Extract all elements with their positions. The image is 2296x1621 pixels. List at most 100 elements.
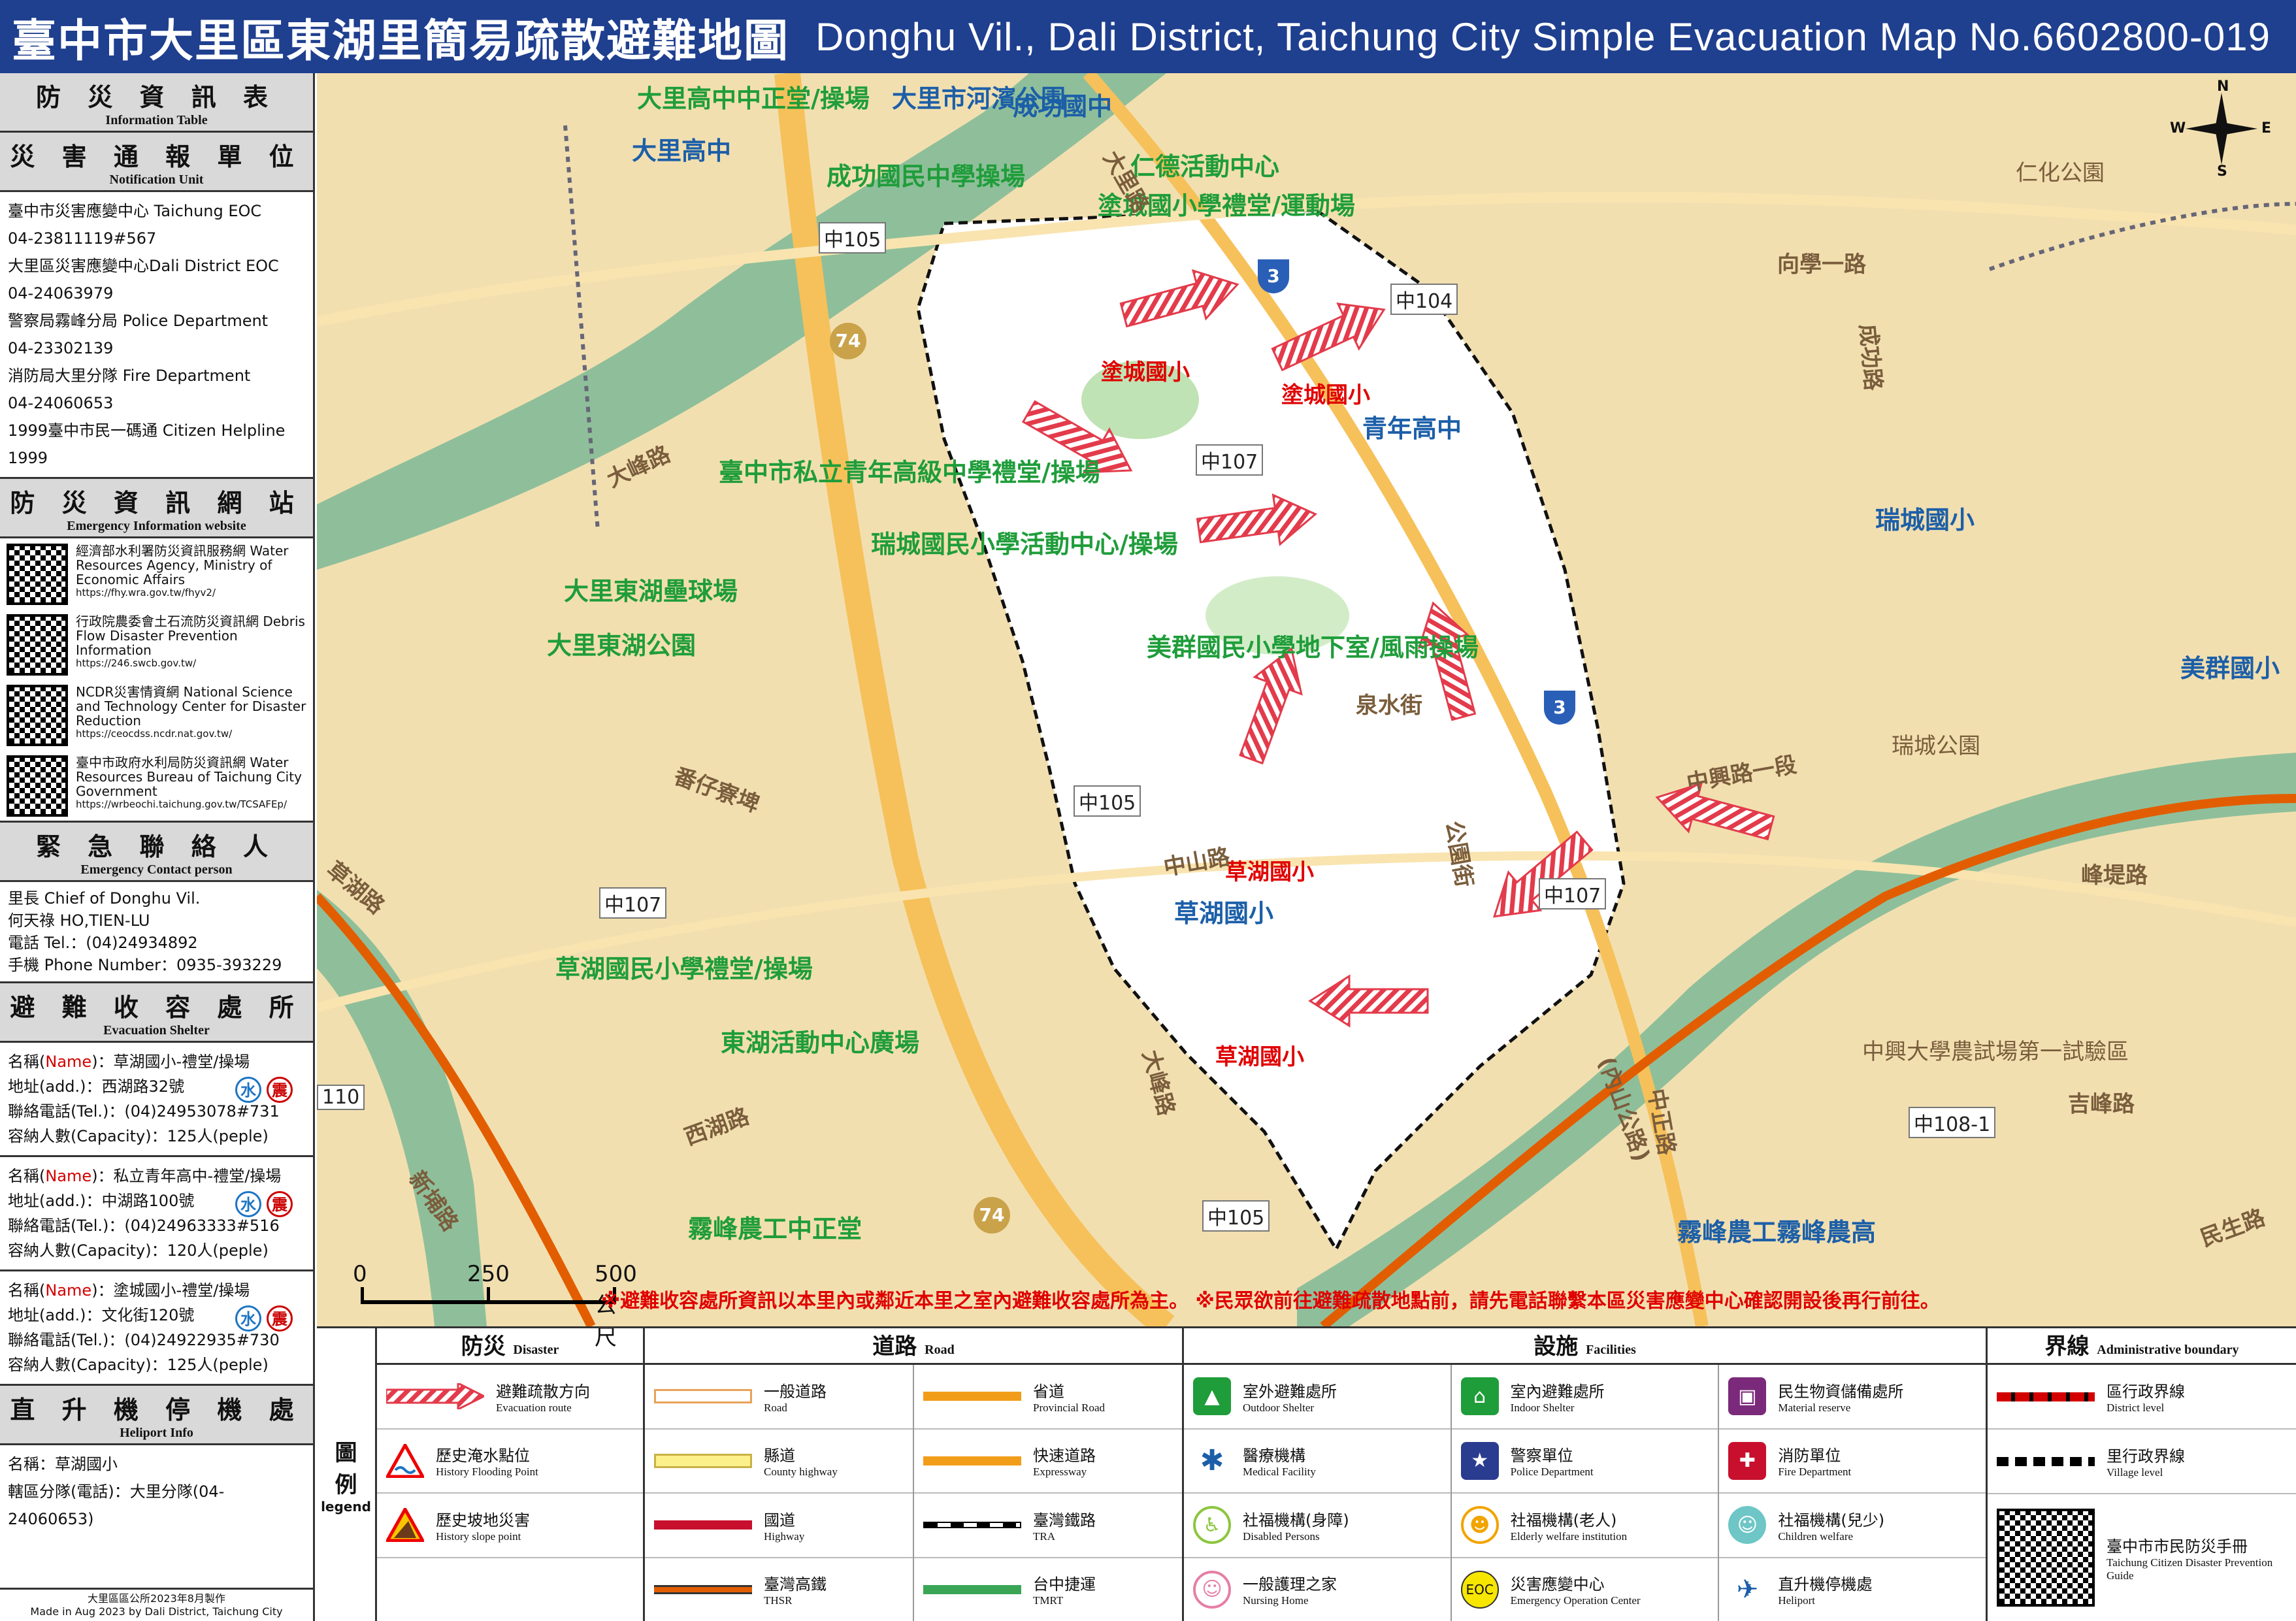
road-tag: 中107: [1196, 444, 1264, 476]
production-note: 大里區區公所2023年8月製作 Made in Aug 2023 by Dali…: [0, 1588, 313, 1621]
contact-line: 何天祿 HO,TIEN-LU: [8, 911, 150, 930]
qr-code-icon: [7, 614, 68, 676]
map-label-shelter[interactable]: 東湖活動中心廣場: [721, 1023, 919, 1058]
nursing-home-icon: ☺: [1193, 1570, 1231, 1609]
road-tag: 中105: [819, 222, 887, 254]
street-label: 泉水街: [1356, 693, 1422, 719]
flood-warning-icon: [386, 1443, 424, 1478]
village-boundary-symbol: [1997, 1446, 2095, 1477]
map-label-school[interactable]: 霧峰農工霧峰農高: [1677, 1212, 1876, 1248]
arrow-icon: [386, 1381, 484, 1412]
contact-line: 手機 Phone Number：0935-393229: [8, 956, 282, 974]
road-tag: 中104: [1390, 284, 1458, 315]
shelter-item: 名稱(Name)：私立青年高中-禮堂/操場 地址(add.)：中湖路100號 聯…: [0, 1157, 313, 1271]
earthquake-badge-icon: 震: [267, 1191, 293, 1217]
helicopter-icon: ✈: [1728, 1570, 1767, 1609]
website-url[interactable]: https://ceocdss.ncdr.nat.gov.tw/: [76, 728, 306, 740]
police-icon: ★: [1460, 1441, 1499, 1480]
compass-n: N: [2217, 78, 2229, 95]
map-label-shelter[interactable]: 霧峰農工中正堂: [688, 1209, 862, 1245]
map-note: ※避難收容處所資訊以本里內或鄰近本里之室內避難收容處所為主。 ※民眾欲前往避難疏…: [601, 1290, 1940, 1313]
map-label-school[interactable]: 美群國小: [2180, 648, 2280, 684]
map-label-shelter[interactable]: 仁德活動中心: [1130, 146, 1279, 182]
legend-facilities: 設施 Facilities ▲ 室外避難處所 Outdoor Shelter ✱ 醫療…: [1184, 1328, 1988, 1621]
map-label-shelter[interactable]: 美群國民小學地下室/風雨操場: [1147, 627, 1479, 663]
eoc-icon: EOC: [1460, 1570, 1499, 1609]
shelter-item: 名稱(Name)：塗城國小-禮堂/操場 地址(add.)：文化街120號 聯絡電…: [0, 1271, 313, 1386]
qr-code-icon: [1997, 1509, 2095, 1607]
road-tag: 中105: [1202, 1200, 1270, 1232]
contact-line: 里長 Chief of Donghu Vil.: [8, 889, 201, 908]
district-boundary-symbol: [1997, 1381, 2095, 1413]
website-url[interactable]: https://fhy.wra.gov.tw/fhyv2/: [76, 587, 306, 598]
map-label-shelter[interactable]: 大里高中中正堂/操場: [637, 78, 870, 114]
contact-list: 里長 Chief of Donghu Vil. 何天祿 HO,TIEN-LU 電…: [0, 882, 313, 981]
notification-line: 04-24060653: [8, 394, 114, 412]
notification-heading: 災 害 通 報 單 位 Notification Unit: [0, 133, 313, 192]
flood-badge-icon: 水: [235, 1077, 261, 1103]
map-label-school[interactable]: 瑞城國小: [1875, 500, 1975, 536]
map-label-shelter[interactable]: 臺中市私立青年高級中學禮堂/操場: [719, 452, 1100, 488]
website-item[interactable]: 經濟部水利署防災資訊服務網 Water Resources Agency, Mi…: [0, 538, 313, 609]
expressway-symbol: [923, 1445, 1021, 1477]
contact-line: 電話 Tel.：(04)24934892: [8, 934, 198, 952]
notification-line: 消防局大里分隊 Fire Department: [8, 367, 251, 385]
website-url[interactable]: https://246.swcb.gov.tw/: [76, 657, 306, 669]
map-label-school[interactable]: 青年高中: [1362, 408, 1462, 444]
highway-shield-icon: 74: [830, 323, 866, 359]
elderly-icon: ☻: [1460, 1506, 1499, 1545]
guide-qr[interactable]: 臺中市市民防災手冊 Taichung Citizen Disaster Preve…: [1988, 1494, 2296, 1621]
qr-code-icon: [7, 685, 68, 746]
map-canvas: [317, 73, 2296, 1326]
map-label-shelter[interactable]: 成功國民中學操場: [827, 156, 1025, 192]
website-url[interactable]: https://wrbeochi.taichung.gov.tw/TCSAFEp…: [76, 798, 306, 810]
evac-target-label: 草湖國小: [1215, 1044, 1304, 1070]
legend-title: 圖 例 legend: [317, 1328, 377, 1621]
legend-road: 道路 Road 一般道路 Road 縣道 County highway 國道 High…: [645, 1328, 1184, 1621]
notification-line: 警察局霧峰分局 Police Department: [8, 312, 269, 330]
website-item[interactable]: 行政院農委會土石流防災資訊網 Debris Flow Disaster Prev…: [0, 609, 313, 680]
title-zh: 臺中市大里區東湖里簡易疏散避難地圖: [12, 15, 790, 67]
material-reserve-icon: ▣: [1728, 1377, 1767, 1416]
map-header: 臺中市大里區東湖里簡易疏散避難地圖 Donghu Vil., Dali Dist…: [0, 0, 2296, 73]
map-label-school[interactable]: 大里高中: [632, 131, 731, 167]
children-icon: ☺: [1728, 1506, 1767, 1545]
earthquake-badge-icon: 震: [267, 1077, 293, 1103]
medical-icon: ✱: [1193, 1441, 1231, 1480]
notification-line: 04-23302139: [8, 339, 114, 357]
road-tag: 中107: [599, 887, 667, 919]
evac-target-label: 草湖國小: [1225, 859, 1314, 885]
compass-icon: N S E W: [2170, 78, 2271, 180]
map-label-shelter[interactable]: 大里東湖壘球場: [564, 571, 738, 607]
map-label-shelter[interactable]: 大里東湖公園: [547, 625, 696, 661]
map-legend: 圖 例 legend 防災 Disaster 避難疏散方向 Evacuation …: [317, 1326, 2296, 1621]
map-label-school[interactable]: 成功國中: [1013, 86, 1112, 122]
road-tag: 中107: [1539, 878, 1607, 909]
street-label: 成功路: [1854, 323, 1886, 392]
compass-w: W: [2170, 120, 2186, 137]
thsr-symbol: [654, 1574, 752, 1605]
tra-symbol: [923, 1509, 1021, 1541]
website-item[interactable]: NCDR災害情資網 National Science and Technolog…: [0, 680, 313, 750]
website-item[interactable]: 臺中市政府水利局防災資訊網 Water Resources Bureau of …: [0, 750, 313, 821]
highway-symbol: [654, 1509, 752, 1541]
street-label: 吉峰路: [2068, 1091, 2135, 1117]
compass-e: E: [2261, 120, 2272, 137]
heliport-info: 名稱：草湖國小 轄區分隊(電話)：大里分隊(04-24060653): [8, 1455, 225, 1528]
notification-line: 04-23811119#567: [8, 229, 157, 248]
map-label-shelter[interactable]: 草湖國民小學禮堂/操場: [555, 949, 813, 985]
road-tag: 110: [317, 1085, 365, 1110]
notification-line: 04-24063979: [8, 284, 114, 303]
legend-boundary: 界線 Administrative boundary 區行政界線 District…: [1988, 1328, 2296, 1621]
disabled-icon: ♿: [1193, 1506, 1231, 1545]
map-label-school[interactable]: 草湖國小: [1174, 893, 1273, 929]
info-table-heading: 防 災 資 訊 表 Information Table: [0, 73, 313, 133]
street-label: 向學一路: [1777, 252, 1866, 278]
notification-line: 臺中市災害應變中心 Taichung EOC: [8, 202, 262, 220]
evacuation-map[interactable]: N S E W 大里高中中正堂/操場 成功國民中學操場 仁德活動中心 塗城國小學…: [317, 73, 2296, 1326]
qr-code-icon: [7, 544, 68, 605]
map-label-shelter[interactable]: 瑞城國民小學活動中心/操場: [871, 524, 1178, 560]
heliport-heading: 直 升 機 停 機 處 Heliport Info: [0, 1386, 313, 1445]
area-label: 瑞城公園: [1892, 733, 1980, 759]
earthquake-badge-icon: 震: [267, 1305, 293, 1332]
